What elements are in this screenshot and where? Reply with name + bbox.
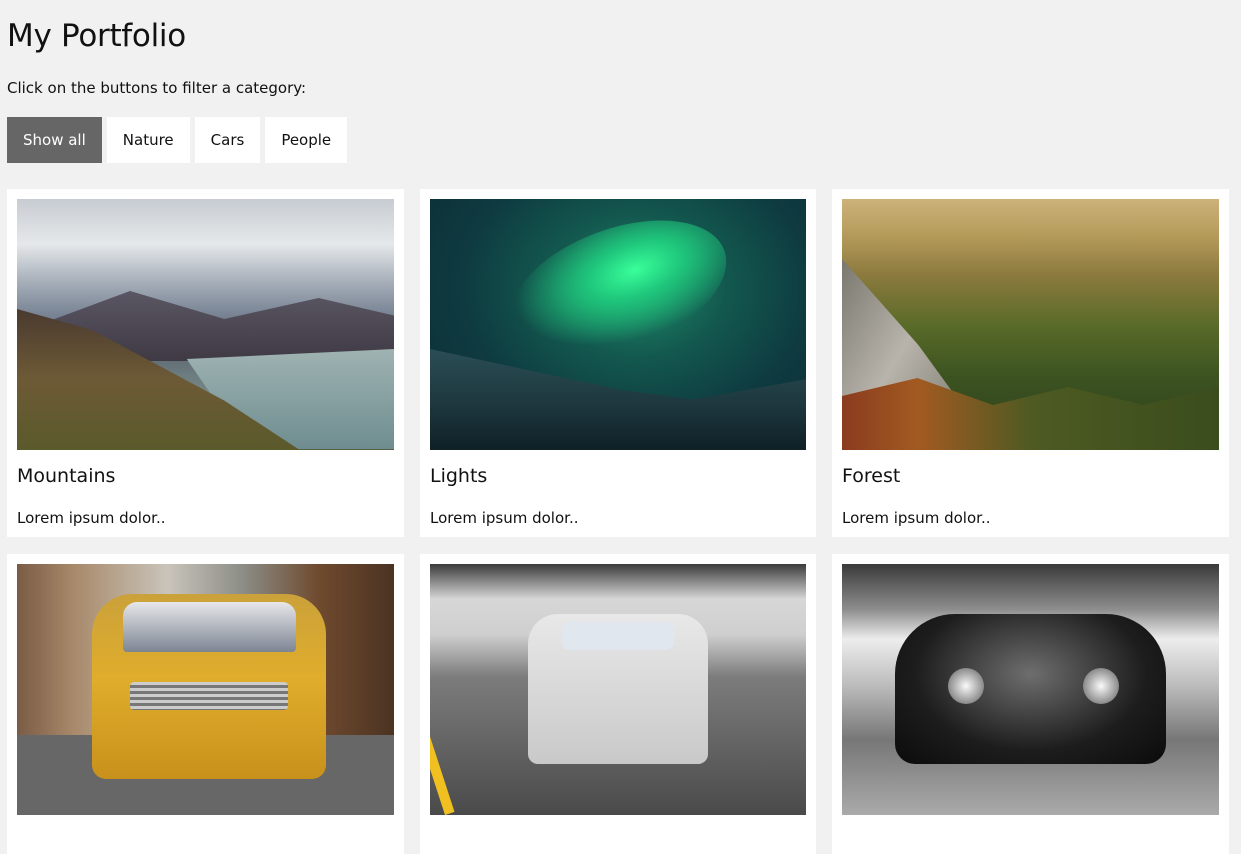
filter-button-group: Show all Nature Cars People <box>7 117 1234 163</box>
filter-show-all-button[interactable]: Show all <box>7 117 102 163</box>
page-title: My Portfolio <box>7 18 186 54</box>
filter-nature-button[interactable]: Nature <box>106 117 190 163</box>
mountains-image <box>17 199 394 450</box>
filter-cars-button[interactable]: Cars <box>194 117 261 163</box>
card-title: Lights <box>430 465 488 487</box>
page: My Portfolio Click on the buttons to fil… <box>0 0 1241 854</box>
northern-lights-image <box>430 199 806 450</box>
filter-instructions: Click on the buttons to filter a categor… <box>7 79 307 97</box>
portfolio-grid: Mountains Lorem ipsum dolor.. Lights Lor… <box>7 189 1234 854</box>
card-description: Lorem ipsum dolor.. <box>17 509 166 527</box>
portfolio-card-car-3 <box>832 554 1229 854</box>
filter-people-button[interactable]: People <box>265 117 348 163</box>
card-description: Lorem ipsum dolor.. <box>430 509 579 527</box>
portfolio-card-lights: Lights Lorem ipsum dolor.. <box>420 189 816 537</box>
black-car-image <box>842 564 1219 815</box>
portfolio-card-mountains: Mountains Lorem ipsum dolor.. <box>7 189 404 537</box>
yellow-car-image <box>17 564 394 815</box>
portfolio-card-car-1 <box>7 554 404 854</box>
white-car-image <box>430 564 806 815</box>
portfolio-card-car-2 <box>420 554 816 854</box>
card-description: Lorem ipsum dolor.. <box>842 509 991 527</box>
card-title: Forest <box>842 465 901 487</box>
forest-image <box>842 199 1219 450</box>
card-title: Mountains <box>17 465 116 487</box>
portfolio-card-forest: Forest Lorem ipsum dolor.. <box>832 189 1229 537</box>
